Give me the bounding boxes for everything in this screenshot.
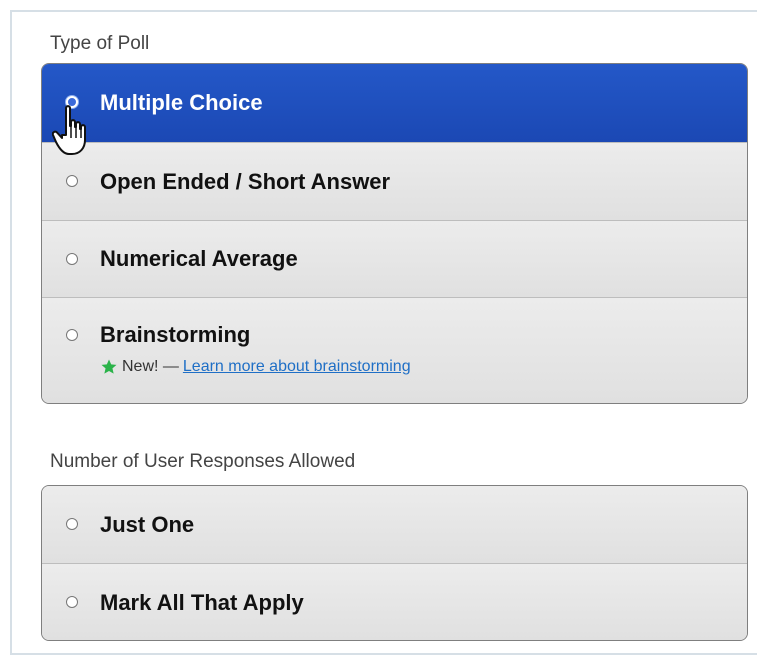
option-open-ended[interactable]: Open Ended / Short Answer — [42, 142, 747, 220]
option-label: Open Ended / Short Answer — [100, 169, 391, 194]
option-numerical-average[interactable]: Numerical Average — [42, 220, 747, 297]
new-badge: New! — — [122, 358, 179, 375]
radio-button[interactable] — [66, 596, 78, 608]
option-label: Mark All That Apply — [100, 590, 304, 615]
poll-type-heading: Type of Poll — [50, 33, 150, 54]
radio-button[interactable] — [66, 329, 78, 341]
radio-button[interactable] — [66, 175, 78, 187]
option-mark-all[interactable]: Mark All That Apply — [42, 563, 747, 640]
radio-button[interactable] — [66, 518, 78, 530]
hand-cursor-icon — [52, 105, 86, 155]
responses-group: Just One Mark All That Apply — [41, 485, 748, 641]
brainstorming-note: New! — Learn more about brainstorming — [100, 358, 411, 376]
option-label: Multiple Choice — [100, 90, 263, 115]
radio-button[interactable] — [66, 253, 78, 265]
star-icon — [101, 359, 117, 374]
learn-more-link[interactable]: Learn more about brainstorming — [183, 358, 411, 376]
option-brainstorming[interactable]: Brainstorming New! — Learn more about br… — [42, 297, 747, 403]
poll-type-group: Multiple Choice Open Ended / Short Answe… — [41, 63, 748, 404]
option-label: Numerical Average — [100, 246, 298, 271]
responses-heading: Number of User Responses Allowed — [50, 451, 356, 472]
option-label: Brainstorming — [100, 322, 251, 347]
option-just-one[interactable]: Just One — [42, 486, 747, 563]
option-label: Just One — [100, 512, 195, 537]
option-multiple-choice[interactable]: Multiple Choice — [42, 64, 747, 142]
